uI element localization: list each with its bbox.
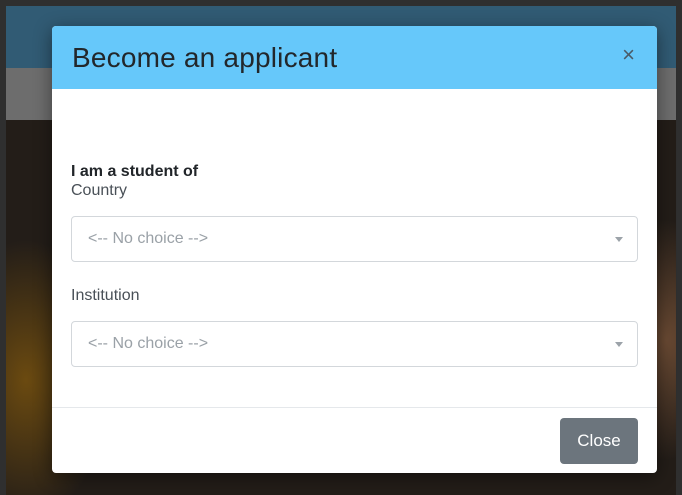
institution-label: Institution [71, 287, 140, 304]
country-select[interactable]: <-- No choice --> [71, 216, 638, 262]
applicant-modal: Become an applicant × I am a student of … [52, 26, 657, 473]
close-icon[interactable]: × [622, 43, 635, 66]
country-select-value: <-- No choice --> [88, 230, 209, 247]
close-button[interactable]: Close [560, 418, 638, 464]
modal-header: Become an applicant × [52, 26, 657, 89]
chevron-down-icon [615, 236, 623, 242]
institution-select[interactable]: <-- No choice --> [71, 321, 638, 367]
chevron-down-icon [615, 341, 623, 347]
section-heading: I am a student of [71, 163, 199, 180]
modal-title: Become an applicant [72, 41, 338, 73]
modal-footer-divider [52, 407, 657, 408]
country-label: Country [71, 182, 128, 199]
institution-select-value: <-- No choice --> [88, 335, 209, 352]
